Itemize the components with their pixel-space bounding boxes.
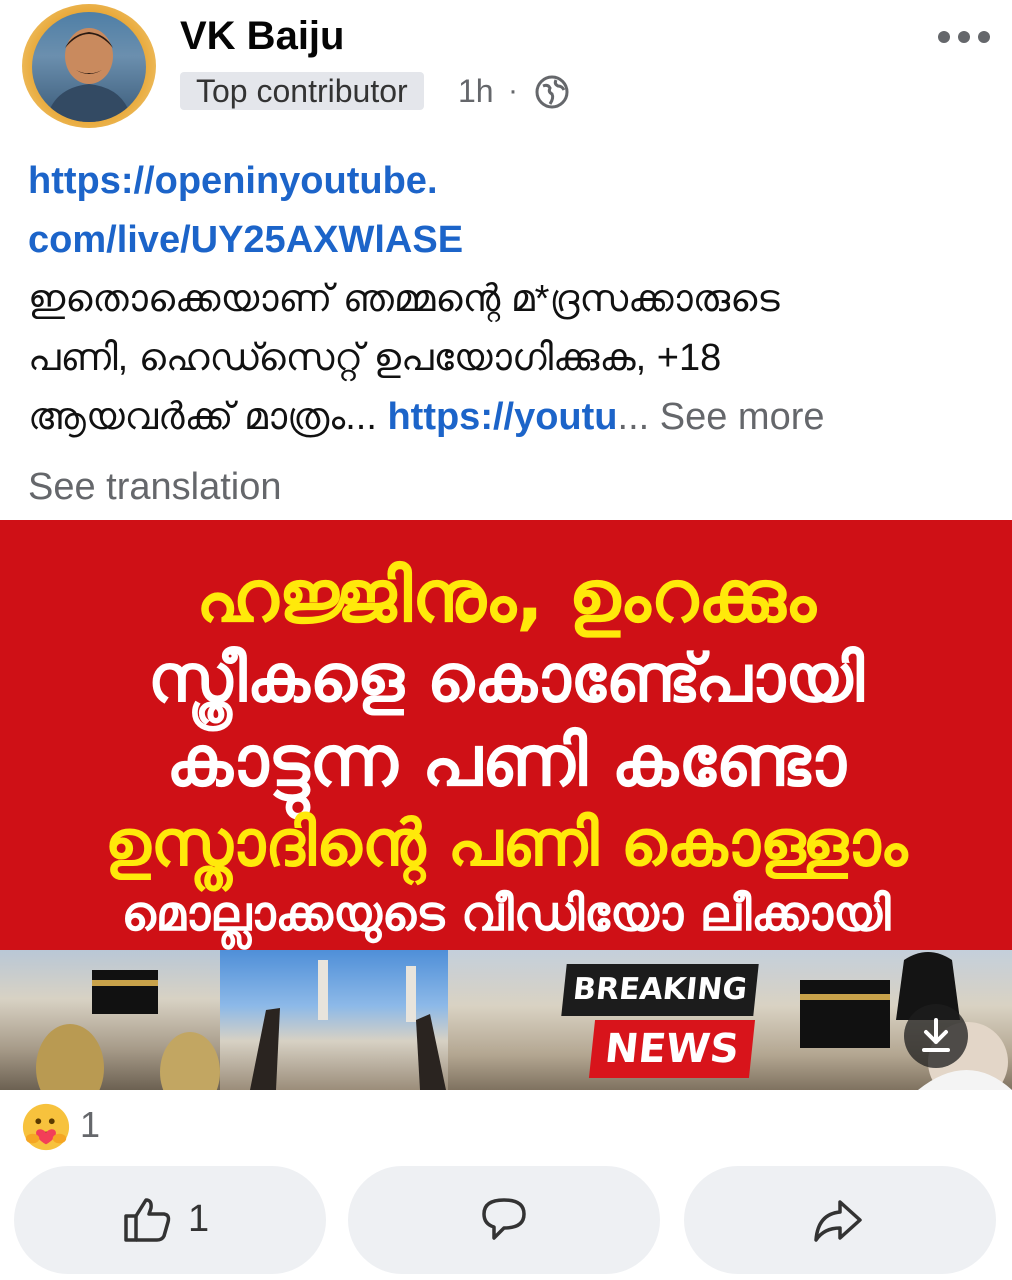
post-text: https://openinyoutube. com/live/UY25AXWlA… xyxy=(28,152,988,447)
thumbnail-line-1: ഹജ്ജിനും, ഉംറക്കും xyxy=(196,554,816,638)
comment-button[interactable] xyxy=(348,1166,660,1274)
kaaba-crowd-photo xyxy=(0,950,220,1090)
post-header: VK Baiju Top contributor 1h · xyxy=(0,0,1012,140)
video-thumbnail[interactable]: ഹജ്ജിനും, ഉംറക്കും സ്ത്രീകളെ കൊണ്ട്പോയി … xyxy=(0,520,1012,1090)
post-body-line-3: ആയവർക്ക് മാത്രം... xyxy=(28,396,388,438)
care-reaction-icon[interactable] xyxy=(20,1102,72,1152)
post-body-line-2: പണി, ഹെഡ്സെറ്റ് ഉപയോഗിക്കുക, +18 xyxy=(28,337,722,379)
breaking-label: BREAKING xyxy=(561,964,759,1016)
thumbnail-photo-strip: BREAKING NEWS xyxy=(0,950,1012,1090)
thumbnail-line-2: സ്ത്രീകളെ കൊണ്ട്പോയി xyxy=(147,640,865,717)
globe-icon xyxy=(535,75,569,109)
post-body-line-1: ഇതൊക്കെയാണ് ഞമ്മന്റെ മ*ദ്രസക്കാരുടെ xyxy=(28,278,780,320)
ellipsis: ... xyxy=(617,396,660,438)
youtu-link[interactable]: https://youtu xyxy=(387,396,617,438)
thumbnail-headline: ഹജ്ജിനും, ഉംറക്കും സ്ത്രീകളെ കൊണ്ട്പോയി … xyxy=(0,560,1012,938)
share-icon xyxy=(814,1200,862,1242)
like-button[interactable] xyxy=(14,1166,326,1274)
thumbnail-line-5: മൊല്ലാക്കയുടെ വീഡിയോ ലീക്കായി xyxy=(121,886,891,942)
see-translation-link[interactable]: See translation xyxy=(28,466,282,509)
thumbnail-line-3: കാട്ടുന്ന പണി കണ്ടോ xyxy=(166,720,846,802)
avatar[interactable] xyxy=(32,12,146,122)
reaction-count[interactable]: 1 xyxy=(80,1104,100,1146)
download-icon[interactable] xyxy=(904,1004,968,1068)
youtube-link[interactable]: https://openinyoutube. com/live/UY25AXWlA… xyxy=(28,160,463,261)
separator-dot: · xyxy=(508,74,518,107)
news-label: NEWS xyxy=(588,1020,756,1078)
more-options-icon[interactable] xyxy=(934,22,994,52)
comment-icon xyxy=(482,1198,526,1240)
like-count: 1 xyxy=(188,1198,210,1240)
thumbs-up-icon xyxy=(124,1198,171,1242)
author-name[interactable]: VK Baiju xyxy=(180,14,344,59)
breaking-news-graphic: BREAKING NEWS xyxy=(561,964,759,1080)
see-more-link[interactable]: See more xyxy=(660,396,825,438)
prayer-hands-photo xyxy=(220,950,582,1090)
post-timestamp[interactable]: 1h xyxy=(458,72,494,110)
thumbnail-line-4: ഉസ്താദിന്റെ പണി കൊള്ളാം xyxy=(104,807,908,881)
top-contributor-badge[interactable]: Top contributor xyxy=(180,72,424,110)
share-button[interactable] xyxy=(684,1166,996,1274)
